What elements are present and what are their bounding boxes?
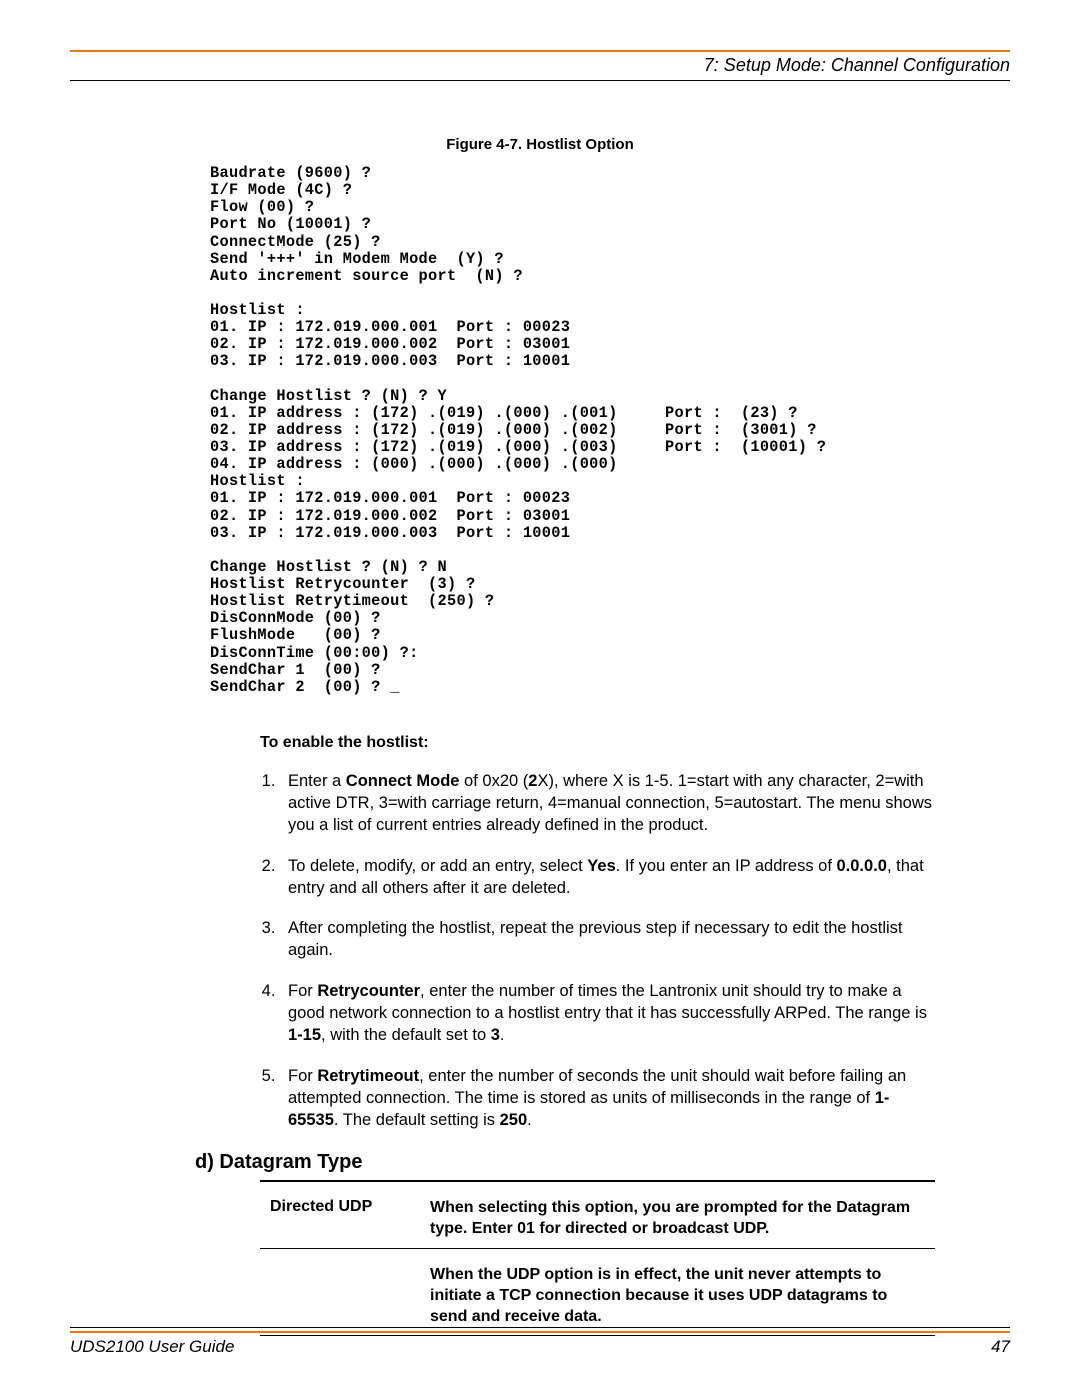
datagram-heading: d) Datagram Type [195, 1151, 1010, 1174]
table-row: Directed UDP When selecting this option,… [260, 1190, 935, 1248]
chapter-header: 7: Setup Mode: Channel Configuration [70, 55, 1010, 81]
instruction-list: Enter a Connect Mode of 0x20 (2X), where… [280, 770, 935, 1131]
step-2: To delete, modify, or add an entry, sele… [280, 855, 935, 900]
table-desc-1: When selecting this option, you are prom… [430, 1198, 935, 1240]
table-desc-2: When the UDP option is in effect, the un… [430, 1265, 935, 1327]
step-4: For Retrycounter, enter the number of ti… [280, 980, 935, 1047]
table-row: When the UDP option is in effect, the un… [260, 1257, 935, 1335]
footer-title: UDS2100 User Guide [70, 1337, 234, 1357]
page-number: 47 [991, 1337, 1010, 1357]
enable-heading: To enable the hostlist: [260, 734, 1010, 752]
table-label-empty [260, 1265, 430, 1327]
figure-caption: Figure 4-7. Hostlist Option [70, 136, 1010, 153]
table-label: Directed UDP [260, 1198, 430, 1240]
step-1: Enter a Connect Mode of 0x20 (2X), where… [280, 770, 935, 837]
divider [260, 1180, 935, 1182]
divider [260, 1248, 935, 1249]
terminal-output: Baudrate (9600) ? I/F Mode (4C) ? Flow (… [210, 165, 1010, 696]
step-3: After completing the hostlist, repeat th… [280, 917, 935, 962]
step-5: For Retrytimeout, enter the number of se… [280, 1065, 935, 1132]
